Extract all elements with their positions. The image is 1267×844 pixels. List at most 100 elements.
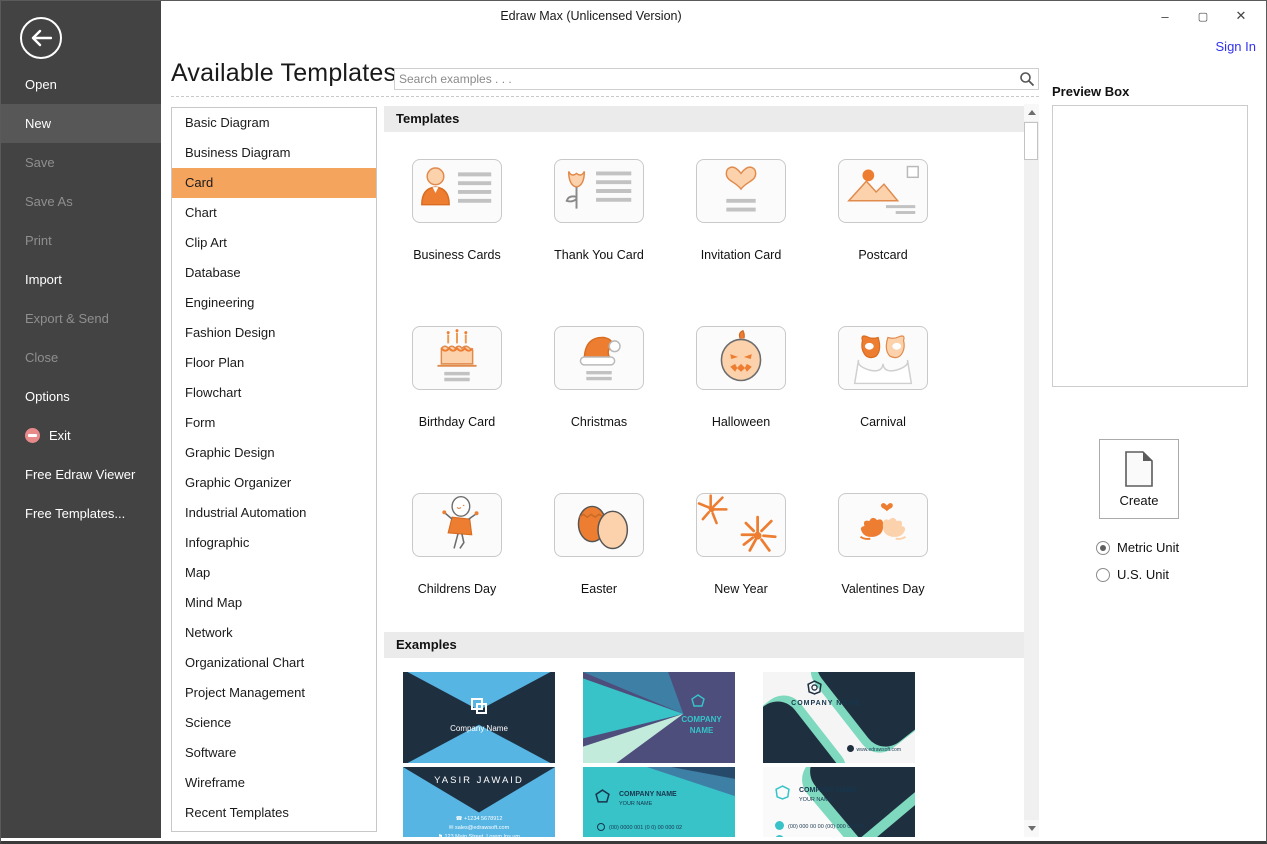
template-label: Childrens Day [417,582,497,596]
company-name: COMPANY NAME [791,700,861,707]
template-invitation-card[interactable]: Invitation Card [670,159,812,262]
category-graphic-organizer[interactable]: Graphic Organizer [172,468,376,498]
business-cards-icon [421,167,492,206]
category-basic-diagram[interactable]: Basic Diagram [172,108,376,138]
category-form[interactable]: Form [172,408,376,438]
template-thank-you-card[interactable]: Thank You Card [528,159,670,262]
example-card-bowtie-back[interactable]: YASIR JAWAID ☎ +1234 5678912 ✉ sales@edr… [403,767,555,837]
category-recent-templates[interactable]: Recent Templates [172,798,376,828]
category-map[interactable]: Map [172,558,376,588]
category-floor-plan[interactable]: Floor Plan [172,348,376,378]
arrow-up-icon [1027,110,1036,115]
example-card-rounded-back[interactable]: COMPANY NAME YOUR NAME (00) 000 00 00 (0… [763,767,915,837]
category-clip-art[interactable]: Clip Art [172,228,376,258]
sidebar-item-options[interactable]: Options [1,377,161,416]
sidebar-item-close[interactable]: Close [1,338,161,377]
page-title: Available Templates [171,59,397,87]
minimize-button[interactable]: – [1146,1,1184,31]
template-new-year[interactable]: New Year [670,493,812,596]
sidebar-item-save[interactable]: Save [1,143,161,182]
template-business-cards[interactable]: Business Cards [386,159,528,262]
metric-unit-radio[interactable]: Metric Unit [1096,540,1179,555]
template-easter[interactable]: Easter [528,493,670,596]
template-halloween[interactable]: Halloween [670,326,812,429]
example-card-geometric-front[interactable]: COMPANY NAME [583,672,735,763]
company-logo-icon [471,698,487,714]
postcard-icon [847,165,919,214]
sidebar-item-save-as[interactable]: Save As [1,182,161,221]
category-wireframe[interactable]: Wireframe [172,768,376,798]
sidebar-item-import[interactable]: Import [1,260,161,299]
halloween-icon [720,329,762,382]
template-childrens-day[interactable]: Childrens Day [386,493,528,596]
category-fashion-design[interactable]: Fashion Design [172,318,376,348]
category-flowchart[interactable]: Flowchart [172,378,376,408]
metric-unit-label: Metric Unit [1117,540,1180,555]
sidebar-item-exit[interactable]: Exit [1,416,161,455]
category-database[interactable]: Database [172,258,376,288]
category-business-diagram[interactable]: Business Diagram [172,138,376,168]
category-graphic-design[interactable]: Graphic Design [172,438,376,468]
category-science[interactable]: Science [172,708,376,738]
sidebar-item-free-templates[interactable]: Free Templates... [1,494,161,533]
scrollbar-thumb[interactable] [1024,122,1038,160]
scroll-up-button[interactable] [1024,104,1039,121]
template-postcard[interactable]: Postcard [812,159,954,262]
category-infographic[interactable]: Infographic [172,528,376,558]
sidebar-item-export-send[interactable]: Export & Send [1,299,161,338]
template-label: Halloween [711,415,771,429]
category-software[interactable]: Software [172,738,376,768]
create-button[interactable]: Create [1099,439,1179,519]
phone-icon [597,823,605,831]
person-name: YASIR JAWAID [434,775,524,786]
sidebar-item-print[interactable]: Print [1,221,161,260]
templates-scrollbar[interactable] [1024,104,1039,837]
template-valentines-day[interactable]: Valentines Day [812,493,954,596]
company-name: COMPANY NAME [681,715,722,735]
example-card-bowtie-front[interactable]: Company Name [403,672,555,763]
sidebar-item-new[interactable]: New [1,104,161,143]
category-project-management[interactable]: Project Management [172,678,376,708]
category-list: Basic Diagram Business Diagram Card Char… [171,107,377,832]
radio-unselected-icon [1096,567,1110,582]
new-year-icon [697,494,777,552]
close-button[interactable]: ✕ [1222,1,1260,31]
template-birthday-card[interactable]: Birthday Card [386,326,528,429]
search-icon[interactable] [1019,71,1035,87]
category-chart[interactable]: Chart [172,198,376,228]
birthday-card-icon [437,329,477,382]
category-organizational-chart[interactable]: Organizational Chart [172,648,376,678]
company-logo-icon [595,789,610,803]
sidebar-item-free-edraw-viewer[interactable]: Free Edraw Viewer [1,455,161,494]
sidebar-item-open[interactable]: Open [1,65,161,104]
search-box [394,68,1039,90]
category-card[interactable]: Card [172,168,376,198]
templates-panel: Templates Business Cards Thank You Card [384,104,1024,837]
create-button-label: Create [1119,492,1159,508]
company-logo-icon [691,694,705,707]
company-logo-icon [775,785,790,800]
phone-icon [775,821,784,830]
example-card-geometric-back[interactable]: COMPANY NAME YOUR NAME (00) 0000 001 (0 … [583,767,735,837]
template-carnival[interactable]: Carnival [812,326,954,429]
category-network[interactable]: Network [172,618,376,648]
company-website: www.edrawsoft.com [847,745,901,753]
category-mind-map[interactable]: Mind Map [172,588,376,618]
thank-you-card-icon [565,171,632,209]
search-input[interactable] [399,69,1009,89]
preview-box-label: Preview Box [1052,84,1130,99]
example-card-rounded-front[interactable]: COMPANY NAME www.edrawsoft.com [763,672,915,763]
category-industrial-automation[interactable]: Industrial Automation [172,498,376,528]
us-unit-radio[interactable]: U.S. Unit [1096,567,1169,582]
back-arrow-icon [31,29,52,47]
scroll-down-button[interactable] [1024,820,1039,837]
category-engineering[interactable]: Engineering [172,288,376,318]
template-label: Valentines Day [841,582,925,596]
exit-icon [25,428,40,443]
contact-line: ☎ +1234 5678912 [455,816,503,822]
maximize-button[interactable]: ▢ [1184,1,1222,31]
template-label: Thank You Card [554,248,644,262]
back-button[interactable] [20,17,62,59]
sign-in-link[interactable]: Sign In [1216,39,1256,54]
template-christmas[interactable]: Christmas [528,326,670,429]
